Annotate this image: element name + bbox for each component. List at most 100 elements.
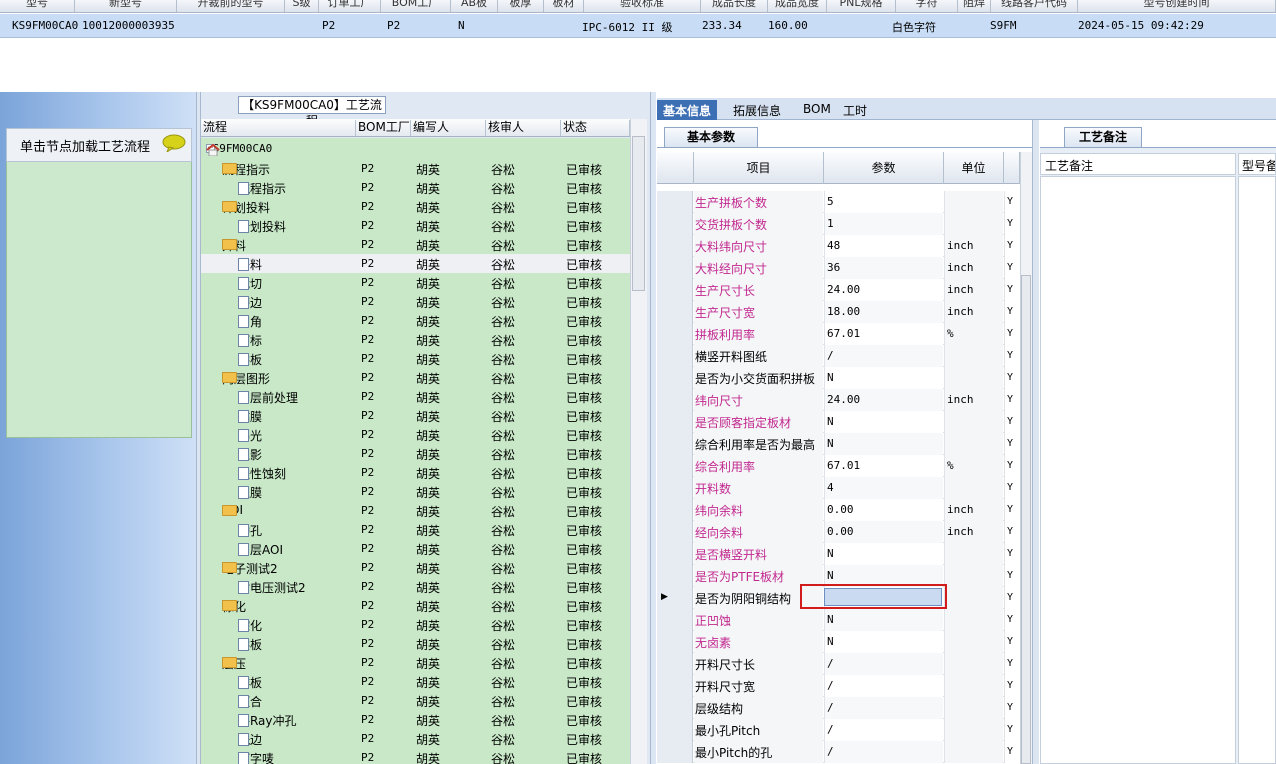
tree-node[interactable]: − AOI bbox=[222, 503, 243, 517]
tree-node[interactable]: 内层AOI bbox=[238, 541, 283, 558]
param-row[interactable]: 综合利用率是否为最高 N Y bbox=[657, 433, 1020, 455]
tab-work-hours[interactable]: 工时 bbox=[837, 100, 873, 120]
param-row[interactable]: 大料纬向尺寸 48 inch Y bbox=[657, 235, 1020, 257]
param-row[interactable]: 正凹蚀 N Y bbox=[657, 609, 1020, 631]
tree-row[interactable]: − 开料 P2 胡英 谷松 已审核 bbox=[201, 235, 630, 254]
tree-row[interactable]: X-Ray冲孔 P2 胡英 谷松 已审核 bbox=[201, 710, 630, 729]
param-value[interactable]: N bbox=[824, 543, 943, 565]
row-indicator[interactable] bbox=[657, 609, 693, 631]
tree-col-checker[interactable]: 核审人 bbox=[486, 120, 561, 136]
top-grid-col-header[interactable]: 型号创建时间 bbox=[1078, 0, 1276, 12]
param-value[interactable]: / bbox=[824, 675, 943, 697]
row-indicator[interactable] bbox=[657, 257, 693, 279]
tree-row[interactable]: 磨边 P2 胡英 谷松 已审核 bbox=[201, 292, 630, 311]
param-value[interactable]: 1 bbox=[824, 213, 943, 235]
tree-node[interactable]: 压合 bbox=[238, 693, 262, 710]
param-row[interactable]: 生产尺寸宽 18.00 inch Y bbox=[657, 301, 1020, 323]
tree-row[interactable]: − 电子测试2 P2 胡英 谷松 已审核 bbox=[201, 558, 630, 577]
tree-node[interactable]: − 层压 bbox=[222, 655, 246, 672]
tree-row[interactable]: − AOI P2 胡英 谷松 已审核 bbox=[201, 501, 630, 520]
top-grid-col-header[interactable]: 成品宽度 bbox=[768, 0, 827, 12]
tree-node[interactable]: − 电子测试2 bbox=[222, 560, 278, 577]
param-value[interactable]: / bbox=[824, 345, 943, 367]
tree-row[interactable]: 显影 P2 胡英 谷松 已审核 bbox=[201, 444, 630, 463]
tree-node[interactable]: 铣边 bbox=[238, 731, 262, 748]
tree-row[interactable]: 退膜 P2 胡英 谷松 已审核 bbox=[201, 482, 630, 501]
tree-row[interactable]: 排板 P2 胡英 谷松 已审核 bbox=[201, 672, 630, 691]
row-indicator[interactable] bbox=[657, 367, 693, 389]
row-indicator[interactable] bbox=[657, 719, 693, 741]
tree-row[interactable]: 开料 P2 胡英 谷松 已审核 bbox=[201, 254, 630, 273]
param-row[interactable]: 拼板利用率 67.01% Y bbox=[657, 323, 1020, 345]
row-indicator[interactable] bbox=[657, 323, 693, 345]
tree-col-writer[interactable]: 编写人 bbox=[411, 120, 486, 136]
top-grid-col-header[interactable]: 订单工厂 bbox=[319, 0, 381, 12]
tree-node[interactable]: − KS9FM00CA0 bbox=[206, 142, 272, 157]
param-value[interactable]: 67.01 bbox=[824, 455, 943, 477]
tree-node[interactable]: 计划投料 bbox=[238, 218, 286, 235]
param-row[interactable]: 横竖开料图纸 / Y bbox=[657, 345, 1020, 367]
row-indicator[interactable] bbox=[657, 631, 693, 653]
tree-node[interactable]: − 内层图形 bbox=[222, 370, 270, 387]
tab-basic-params[interactable]: 基本参数 bbox=[664, 127, 758, 147]
tree-row[interactable]: 耐电压测试2 P2 胡英 谷松 已审核 bbox=[201, 577, 630, 596]
param-value[interactable]: 24.00 bbox=[824, 389, 943, 411]
param-row[interactable]: 开料数 4 Y bbox=[657, 477, 1020, 499]
tree-row[interactable]: − KS9FM00CA0 bbox=[201, 140, 630, 159]
tree-row[interactable]: − 计划投料 P2 胡英 谷松 已审核 bbox=[201, 197, 630, 216]
param-value[interactable]: / bbox=[824, 653, 943, 675]
row-indicator[interactable] bbox=[657, 675, 693, 697]
param-value[interactable]: 24.00 bbox=[824, 279, 943, 301]
tree-node[interactable]: 打字唛 bbox=[238, 750, 274, 764]
tree-scroll-thumb[interactable] bbox=[632, 136, 645, 291]
row-indicator[interactable] bbox=[657, 653, 693, 675]
tree-node[interactable]: 冲孔 bbox=[238, 522, 262, 539]
top-grid-col-header[interactable]: 开裁前的型号 bbox=[177, 0, 285, 12]
tree-node[interactable]: 烘板 bbox=[238, 636, 262, 653]
tree-row[interactable]: 内层AOI P2 胡英 谷松 已审核 bbox=[201, 539, 630, 558]
tab-bom[interactable]: BOM bbox=[797, 100, 837, 120]
row-indicator[interactable] bbox=[657, 191, 693, 213]
tree-node[interactable]: 内层前处理 bbox=[238, 389, 298, 406]
param-row[interactable]: 层级结构 / Y bbox=[657, 697, 1020, 719]
tree-node[interactable]: 耐电压测试2 bbox=[238, 579, 306, 596]
grid-col-param[interactable]: 参数 bbox=[824, 152, 944, 184]
tree-node[interactable]: 打标 bbox=[238, 332, 262, 349]
top-grid-col-header[interactable]: PNL规格 bbox=[827, 0, 896, 12]
row-indicator[interactable] bbox=[657, 389, 693, 411]
tree-node[interactable]: 曝光 bbox=[238, 427, 262, 444]
tree-node[interactable]: 磨边 bbox=[238, 294, 262, 311]
tree-row[interactable]: 压合 P2 胡英 谷松 已审核 bbox=[201, 691, 630, 710]
grid-col-unit[interactable]: 单位 bbox=[944, 152, 1004, 184]
param-value[interactable]: 5 bbox=[824, 191, 943, 213]
param-value[interactable]: 18.00 bbox=[824, 301, 943, 323]
tree-node[interactable]: 圆角 bbox=[238, 313, 262, 330]
row-indicator[interactable] bbox=[657, 697, 693, 719]
tree-node[interactable]: 烘板 bbox=[238, 351, 262, 368]
param-row[interactable]: 无卤素 N Y bbox=[657, 631, 1020, 653]
param-value[interactable]: 67.01 bbox=[824, 323, 943, 345]
top-grid-col-header[interactable]: 线路客户代码 bbox=[991, 0, 1078, 12]
param-row[interactable]: 是否为小交货面积拼板 N Y bbox=[657, 367, 1020, 389]
tree-row[interactable]: − 层压 P2 胡英 谷松 已审核 bbox=[201, 653, 630, 672]
tree-row[interactable]: 棕化 P2 胡英 谷松 已审核 bbox=[201, 615, 630, 634]
row-indicator[interactable] bbox=[657, 345, 693, 367]
param-value[interactable]: / bbox=[824, 741, 943, 763]
tree-row[interactable]: − 棕化 P2 胡英 谷松 已审核 bbox=[201, 596, 630, 615]
param-value[interactable]: N bbox=[824, 433, 943, 455]
tree-col-flow[interactable]: 流程 bbox=[201, 120, 356, 136]
top-grid-col-header[interactable]: BOM工厂 bbox=[381, 0, 451, 12]
param-row[interactable]: 纬向尺寸 24.00 inch Y bbox=[657, 389, 1020, 411]
param-value[interactable]: N bbox=[824, 609, 943, 631]
row-indicator[interactable] bbox=[657, 521, 693, 543]
param-row[interactable]: 是否横竖开料 N Y bbox=[657, 543, 1020, 565]
param-row[interactable]: 开料尺寸长 / Y bbox=[657, 653, 1020, 675]
tree-row[interactable]: − 内层图形 P2 胡英 谷松 已审核 bbox=[201, 368, 630, 387]
row-indicator[interactable] bbox=[657, 499, 693, 521]
row-indicator[interactable] bbox=[657, 741, 693, 763]
top-grid-col-header[interactable]: 板厚 bbox=[498, 0, 544, 12]
param-grid-scroll-thumb[interactable] bbox=[1021, 275, 1031, 764]
tree-row[interactable]: 烘板 P2 胡英 谷松 已审核 bbox=[201, 634, 630, 653]
process-notes-textarea[interactable] bbox=[1040, 176, 1236, 764]
param-row[interactable]: 是否顾客指定板材 N Y bbox=[657, 411, 1020, 433]
